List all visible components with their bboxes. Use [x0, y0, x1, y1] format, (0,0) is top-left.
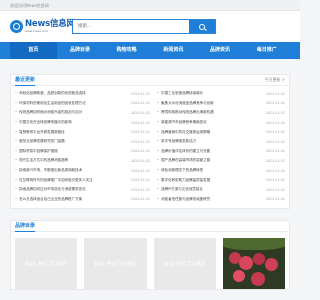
brand-card-placeholder[interactable]: NO PICTURE [153, 238, 216, 290]
list-item[interactable]: 现代生活方式中的品牌消费趋势2024-01-02 [15, 156, 150, 166]
vegetable-image [232, 270, 245, 283]
search-input[interactable] [73, 20, 189, 33]
vegetable-image [250, 272, 265, 287]
welcome-text: 欢迎访问News信息网 [10, 3, 49, 8]
list-item[interactable]: 聚焦大众化消费品品牌竞争与创新2024-01-02 [157, 99, 285, 109]
brand-catalog-title: 品牌目录 [15, 221, 36, 232]
nav-item-brand-news[interactable]: 品牌资讯 [197, 42, 244, 59]
list-item[interactable]: 绿色消费理念下的品牌转型2024-01-02 [157, 166, 285, 176]
search-icon [199, 23, 205, 30]
list-item[interactable]: 智慧教育平台开辟发展新路径2024-01-02 [15, 127, 150, 137]
list-item[interactable]: 服务业品牌发展研究热门话题2024-01-02 [15, 137, 150, 147]
list-item[interactable]: 品牌IP打造与文化创意结合2024-01-02 [157, 185, 285, 195]
list-item[interactable]: 年轻化品牌新营，品质创新的优质新品选择2024-01-02 [15, 89, 150, 99]
vegetable-image [264, 258, 278, 272]
logo-icon [10, 20, 23, 33]
list-item[interactable]: 中国文化在全球品牌传播中的影响2024-01-02 [15, 118, 150, 128]
nav-item-news[interactable]: 新闻资讯 [150, 42, 197, 59]
list-item[interactable]: 数字化转型助力品牌高质量发展2024-01-02 [157, 175, 285, 185]
list-item[interactable]: 探索新兴市场，不断推出新品类和新技术2024-01-02 [15, 166, 150, 176]
list-item[interactable]: 中国工业制造品牌持续增长2024-01-02 [157, 89, 285, 99]
news-list-right: 中国工业制造品牌持续增长2024-01-02 聚焦大众化消费品品牌竞争与创新20… [150, 89, 285, 204]
nav-item-shopping-guide[interactable]: 购物攻略 [103, 42, 150, 59]
main-nav: 首页 品牌目录 购物攻略 新闻资讯 品牌资讯 每日推广 [0, 42, 300, 59]
news-list-left: 年轻化品牌新营，品质创新的优质新品选择2024-01-02 环保材料的使用及生活… [15, 89, 150, 204]
vegetable-image [252, 253, 265, 266]
list-item[interactable]: 消费者信任度与品牌忠诚度研究2024-01-02 [157, 195, 285, 205]
latest-updates-panel: 最近更新 今日更新 > 年轻化品牌新营，品质创新的优质新品选择2024-01-0… [10, 74, 290, 210]
brand-card-placeholder[interactable]: NO PICTURE [84, 238, 147, 290]
list-item[interactable]: 老字号品牌焕发新活力2024-01-02 [157, 137, 285, 147]
list-item[interactable]: 在互联网时代的品牌推广中如何吸引更多人关注2024-01-02 [15, 175, 150, 185]
vegetable-image [238, 256, 253, 271]
logo-subtitle: www.news.com [25, 29, 49, 33]
nav-item-home[interactable]: 首页 [10, 42, 57, 59]
list-item[interactable]: 怎么去选择适合自己企业的品牌推广方案2024-01-02 [15, 195, 150, 205]
site-header: News信息网 www.news.com [0, 11, 300, 42]
list-item[interactable]: 跨境电商推动传统品牌出海新机遇2024-01-02 [157, 108, 285, 118]
list-item[interactable]: 环保材料的使用及生活用品的回收处理方法2024-01-02 [15, 99, 150, 109]
brand-card-photo[interactable] [222, 238, 285, 290]
top-bar: 欢迎访问News信息网 [0, 0, 300, 11]
list-item[interactable]: 探索品牌如何应对市场变化与消费需求变化2024-01-02 [15, 185, 150, 195]
today-updates-link[interactable]: 今日更新 > [264, 77, 285, 83]
site-logo[interactable]: News信息网 www.news.com [10, 18, 75, 35]
nav-item-brand-directory[interactable]: 品牌目录 [57, 42, 104, 59]
leaf-image [222, 238, 285, 251]
list-item[interactable]: 传统品牌如何面对消费升级的挑战与应对2024-01-02 [15, 108, 150, 118]
search-button[interactable] [189, 20, 215, 33]
list-item[interactable]: 国产品牌在高端市场的突破之路2024-01-02 [157, 156, 285, 166]
list-item[interactable]: 新能源汽车品牌竞争格局变化2024-01-02 [157, 118, 285, 128]
list-item[interactable]: 品牌营销中的社交媒体运用策略2024-01-02 [157, 127, 285, 137]
logo-title: News信息网 [25, 19, 75, 29]
list-item[interactable]: 品牌价值评估体系的建立与完善2024-01-02 [157, 147, 285, 157]
brand-card-placeholder[interactable]: NO PICTURE [15, 238, 78, 290]
brand-catalog-panel: 品牌目录 NO PICTURE NO PICTURE NO PICTURE [10, 220, 290, 291]
list-item[interactable]: 国际贸易中品牌保护措施2024-01-02 [15, 147, 150, 157]
nav-item-daily-promo[interactable]: 每日推广 [243, 42, 290, 59]
search-box [72, 19, 216, 34]
latest-updates-title: 最近更新 [15, 75, 36, 86]
